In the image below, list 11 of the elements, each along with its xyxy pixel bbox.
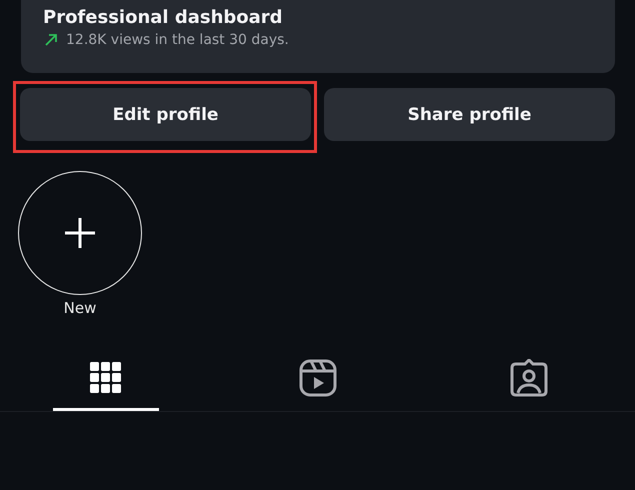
plus-icon [64, 217, 96, 249]
profile-button[interactable]: Share profile [324, 88, 615, 141]
profile-button[interactable]: Edit profile [20, 88, 311, 141]
dashboard-card[interactable]: Professional dashboard 12.8K views in the last 30 days. [21, 0, 615, 73]
highlight-label: New [64, 299, 96, 317]
new-highlight-button[interactable] [18, 171, 142, 295]
views-stat: 12.8K views in the last 30 days. [66, 32, 289, 48]
reels-icon [298, 358, 336, 396]
dashboard-title: Professional dashboard [43, 6, 284, 30]
grid-icon [90, 362, 122, 394]
tagged-person-icon [510, 358, 548, 396]
